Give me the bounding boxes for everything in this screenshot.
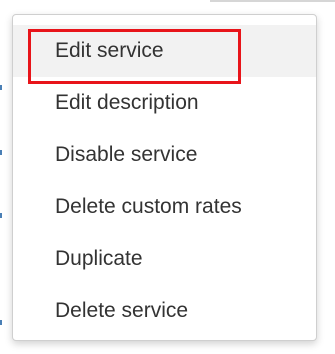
- menu-item-label: Disable service: [55, 143, 198, 166]
- context-menu: Edit service Edit description Disable se…: [12, 14, 317, 341]
- menu-item-edit-description[interactable]: Edit description: [13, 77, 316, 129]
- background-row-marker: [0, 85, 2, 90]
- background-divider: [210, 0, 335, 2]
- menu-item-label: Delete custom rates: [55, 195, 242, 218]
- menu-item-label: Edit service: [55, 39, 164, 62]
- menu-item-label: Delete service: [55, 299, 189, 322]
- menu-item-label: Duplicate: [55, 247, 143, 270]
- background-row-marker: [0, 150, 2, 155]
- menu-item-edit-service[interactable]: Edit service: [13, 25, 316, 77]
- menu-item-delete-custom-rates[interactable]: Delete custom rates: [13, 181, 316, 233]
- menu-item-disable-service[interactable]: Disable service: [13, 129, 316, 181]
- background-row-marker: [0, 213, 2, 218]
- menu-item-label: Edit description: [55, 91, 199, 114]
- background-row-marker: [0, 320, 2, 325]
- menu-item-duplicate[interactable]: Duplicate: [13, 233, 316, 285]
- menu-item-delete-service[interactable]: Delete service: [13, 285, 316, 337]
